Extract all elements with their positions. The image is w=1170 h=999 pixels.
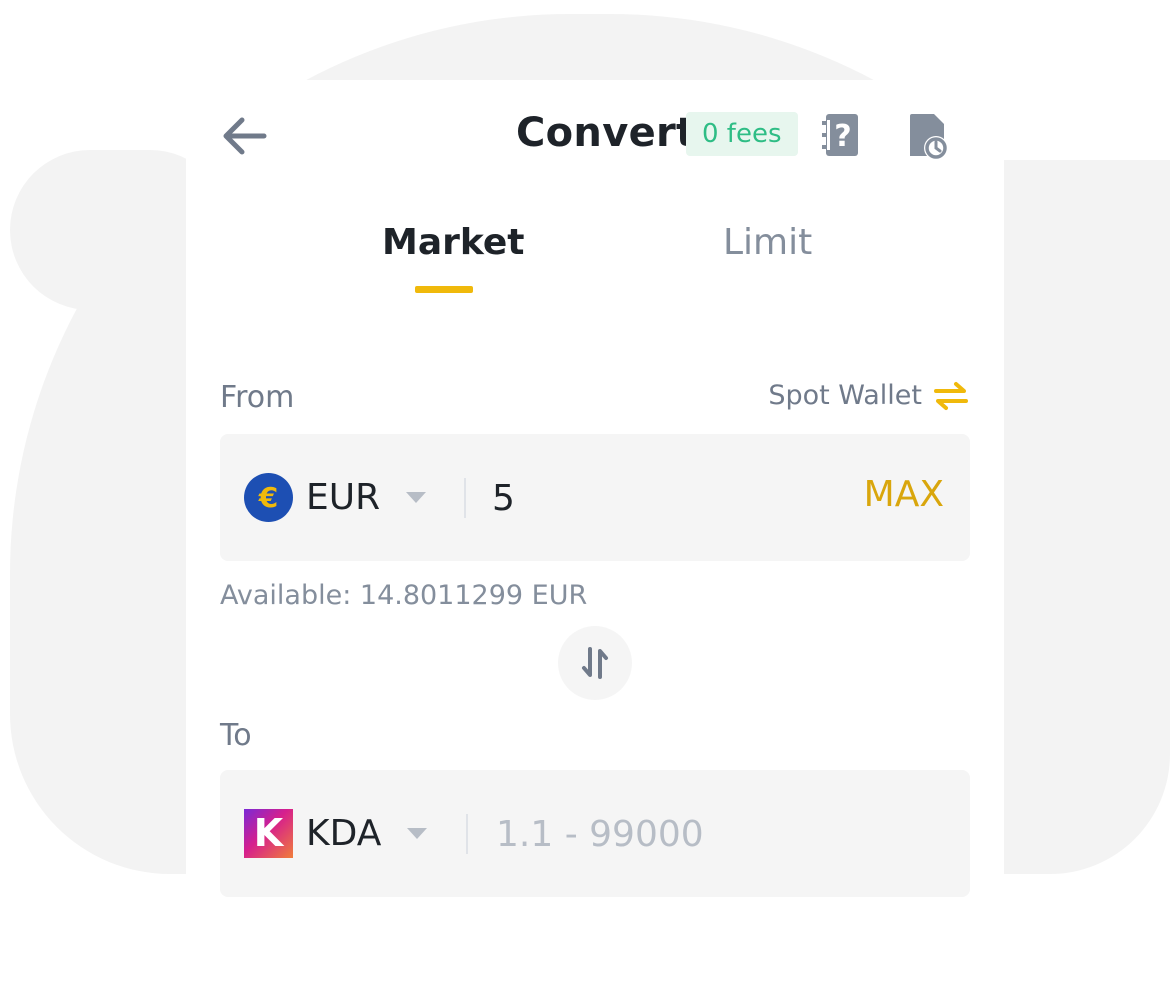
from-amount-input[interactable]	[490, 468, 854, 528]
svg-text:?: ?	[834, 119, 851, 154]
help-icon[interactable]: ?	[820, 112, 862, 158]
back-arrow-icon[interactable]	[218, 114, 268, 158]
max-button[interactable]: MAX	[864, 474, 944, 515]
page-title: Convert	[516, 110, 696, 156]
available-balance: Available: 14.8011299 EUR	[220, 580, 588, 611]
swap-wallet-icon	[934, 381, 968, 411]
fees-badge: 0 fees	[686, 112, 798, 156]
active-tab-indicator	[415, 286, 473, 293]
swap-direction-button[interactable]	[558, 626, 632, 700]
to-amount-input[interactable]	[494, 804, 858, 864]
to-amount-box: K KDA	[220, 770, 970, 897]
to-coin-selector[interactable]: K KDA	[244, 808, 428, 858]
header: Convert 0 fees ?	[186, 80, 1004, 200]
euro-coin-icon: €	[244, 472, 293, 522]
order-history-icon[interactable]	[906, 112, 950, 160]
tab-market[interactable]: Market	[382, 222, 524, 263]
caret-down-icon	[407, 827, 428, 839]
convert-card: Convert 0 fees ? Market Limit From Spot …	[186, 80, 1004, 999]
from-coin-name: EUR	[306, 476, 381, 518]
from-amount-box: € EUR MAX	[220, 434, 970, 561]
caret-down-icon	[406, 491, 427, 503]
kda-coin-icon: K	[244, 808, 293, 858]
from-label: From	[220, 380, 295, 415]
swap-arrows-icon	[582, 647, 608, 679]
wallet-selector[interactable]: Spot Wallet	[768, 380, 968, 411]
divider	[466, 814, 468, 854]
divider	[464, 478, 466, 518]
tab-limit[interactable]: Limit	[723, 222, 812, 263]
wallet-label: Spot Wallet	[768, 380, 922, 411]
from-coin-selector[interactable]: € EUR	[244, 472, 427, 522]
to-coin-name: KDA	[306, 812, 382, 854]
tab-bar: Market Limit	[186, 208, 1004, 308]
to-label: To	[220, 718, 252, 753]
